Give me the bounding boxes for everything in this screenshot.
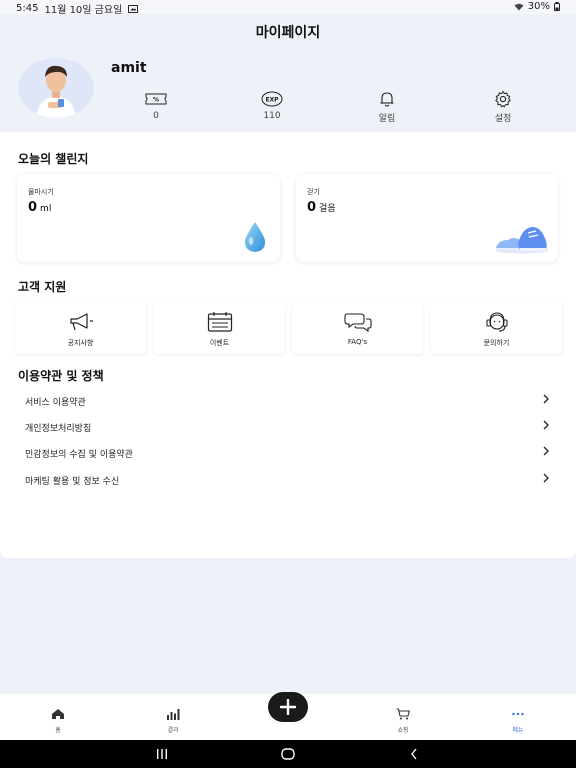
more-icon: [512, 712, 524, 716]
coupon-count: 0: [153, 111, 159, 121]
challenge-section-title: 오늘의 챌린지: [18, 152, 89, 166]
chevron-right-icon: [543, 394, 549, 404]
water-label: 물마시기: [28, 188, 54, 196]
notice-label: 공지사항: [67, 339, 94, 347]
back-icon[interactable]: [410, 748, 418, 760]
notification-button[interactable]: 알림: [357, 90, 417, 124]
settings-button[interactable]: 설정: [473, 90, 533, 124]
walk-unit: 걸음: [319, 204, 336, 214]
nav-home-label: 홈: [55, 727, 61, 734]
home-button-icon[interactable]: [281, 748, 295, 760]
policy-item-privacy[interactable]: 개인정보처리방침: [0, 414, 576, 440]
nav-home[interactable]: 홈: [38, 705, 78, 734]
add-button[interactable]: [268, 692, 308, 722]
event-button[interactable]: 이벤트: [154, 302, 285, 354]
gallery-notification-icon: [128, 4, 139, 13]
settings-label: 설정: [494, 114, 512, 124]
water-challenge-card[interactable]: 물마시기 0 ml: [17, 174, 280, 262]
headset-icon: [431, 311, 562, 333]
policy-item-sensitive-info[interactable]: 민감정보의 수집 및 이용약관: [0, 440, 576, 466]
nav-menu-label: 메뉴: [512, 727, 524, 734]
battery-icon: [554, 2, 560, 11]
walk-value: 0 걸음: [307, 200, 336, 215]
nav-shopping-label: 쇼핑: [397, 727, 409, 734]
nav-menu[interactable]: 메뉴: [498, 705, 538, 734]
inquiry-button[interactable]: 문의하기: [431, 302, 562, 354]
policy-item-label: 마케팅 활용 및 정보 수신: [25, 477, 120, 487]
home-icon: [52, 709, 64, 719]
coupon-stat[interactable]: % 0: [126, 90, 186, 121]
svg-text:EXP: EXP: [265, 97, 279, 104]
system-nav-bar: [0, 740, 576, 768]
chevron-right-icon: [543, 473, 549, 483]
policy-item-label: 개인정보처리방침: [25, 424, 92, 434]
battery-level: 30%: [527, 1, 550, 12]
support-section-title: 고객 지원: [18, 280, 67, 294]
avatar-illustration: [18, 58, 94, 118]
username: amit: [111, 60, 147, 76]
cart-icon: [396, 708, 411, 720]
exp-stat[interactable]: EXP 110: [242, 90, 302, 121]
bar-chart-icon: [167, 709, 180, 720]
recent-apps-icon[interactable]: [156, 749, 168, 759]
nav-results-label: 결과: [167, 727, 179, 734]
exp-value: 110: [263, 111, 281, 121]
policy-item-label: 민감정보의 수집 및 이용약관: [25, 450, 133, 460]
exp-icon: EXP: [242, 90, 302, 108]
notice-button[interactable]: 공지사항: [15, 302, 146, 354]
walk-challenge-card[interactable]: 걷기 0 걸음: [296, 174, 558, 262]
water-value: 0 ml: [28, 200, 52, 215]
inquiry-label: 문의하기: [483, 339, 510, 347]
megaphone-icon: [15, 311, 146, 333]
policy-section-title: 이용약관 및 정책: [18, 369, 104, 383]
water-unit: ml: [40, 204, 52, 214]
policy-item-marketing[interactable]: 마케팅 활용 및 정보 수신: [0, 467, 576, 493]
policy-item-label: 서비스 이용약관: [25, 398, 86, 408]
water-drop-icon: [244, 222, 266, 252]
faq-label: FAQ's: [347, 338, 368, 346]
nav-results[interactable]: 결과: [153, 705, 193, 734]
calendar-icon: [154, 311, 285, 333]
svg-text:%: %: [153, 97, 159, 104]
faq-button[interactable]: FAQ's: [292, 302, 423, 354]
profile-header: 마이페이지 amit % 0 EXP 110 알림 설정: [0, 14, 576, 132]
bell-icon: [357, 90, 417, 108]
avatar[interactable]: [18, 58, 94, 118]
nav-shopping[interactable]: 쇼핑: [383, 705, 423, 734]
gear-icon: [473, 90, 533, 108]
plus-icon: [280, 699, 296, 715]
status-bar: 5:45 11월 10일 금요일 30%: [0, 0, 576, 16]
status-time: 5:45: [16, 3, 39, 14]
walk-label: 걷기: [307, 188, 320, 196]
notification-label: 알림: [378, 114, 396, 124]
chat-bubbles-icon: [292, 311, 423, 333]
chevron-right-icon: [543, 420, 549, 430]
coupon-icon: %: [126, 90, 186, 108]
event-label: 이벤트: [209, 339, 230, 347]
page-title: 마이페이지: [255, 25, 321, 41]
policy-item-service-terms[interactable]: 서비스 이용약관: [0, 388, 576, 414]
sneakers-icon: [496, 227, 548, 254]
wifi-icon: [514, 3, 524, 10]
main-content: 오늘의 챌린지 물마시기 0 ml 걷기 0 걸음 고객 지원 공지사항 이벤트…: [0, 132, 576, 558]
chevron-right-icon: [543, 446, 549, 456]
